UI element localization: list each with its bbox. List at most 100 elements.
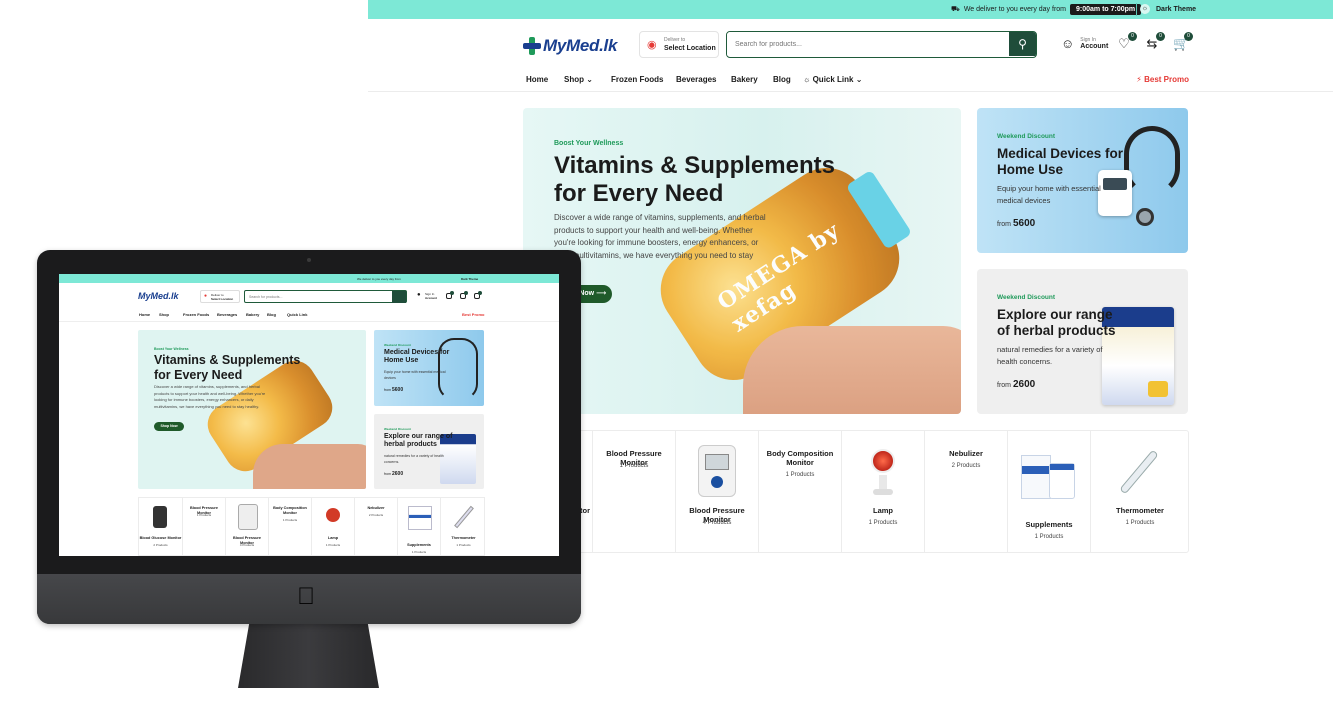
nav-shop-label: Shop [564,75,584,84]
mini-price-value: 2600 [391,471,404,477]
jar-lid [1050,464,1074,470]
category-strip: Monitor Blood Pressure Monitor 1 Product… [551,430,1189,553]
nav-quick-link[interactable]: ☼ Quick Link ⌄ [803,75,862,84]
category-card[interactable]: Thermometer 1 Products [1090,431,1189,552]
mini-category-card: Blood Pressure Monitor 1 Products [182,498,225,556]
imac-stand [238,623,379,688]
category-card[interactable]: Lamp 1 Products [841,431,924,552]
mini-category-card: Blood Glucose Monitor 2 Products [139,498,182,556]
mini-nav-home: Home [139,312,151,317]
mini-nav-blog: Blog [267,312,276,317]
mini-search: Search for products... [244,290,407,303]
category-name: Lamp [872,506,893,515]
category-card[interactable]: Blood Pressure Monitor 1 Products [592,431,675,552]
supplement-jar [1049,463,1075,499]
price-value: 2600 [1012,379,1036,390]
wishlist-count: 0 [1128,32,1137,41]
mini-lamp-image [326,508,340,522]
mini-price-value: 5600 [391,387,404,393]
mini-shop-now: Shop Now [154,422,184,431]
logo-text: MyMed.lk [543,36,618,55]
price-prefix: from [997,221,1011,228]
cart-button[interactable]: 🛒 0 [1173,32,1193,51]
banner-price: from 5600 [997,218,1035,229]
mini-price-prefix: from [384,472,391,476]
nav-shop[interactable]: Shop ⌄ [564,75,593,84]
dark-theme-toggle[interactable]: ☼ Dark Theme [1140,4,1196,14]
medical-devices-banner[interactable]: Weekend Discount Medical Devices for Hom… [977,108,1188,253]
delivery-info: ⛟ We deliver to you every day from 9:00a… [951,4,1142,15]
account-link[interactable]: ☺ Sign In Account [1061,36,1108,51]
compare-button[interactable]: ⇆ 0 [1145,32,1165,51]
banner-kicker: Weekend Discount [997,133,1056,140]
hero-title: Vitamins & Supplements for Every Need [554,152,844,208]
mini-hand-image [253,444,366,489]
location-caption: Deliver to [664,37,686,43]
category-card[interactable]: Body Composition Monitor 1 Products [758,431,841,552]
mini-nav-beverages: Beverages [217,312,238,317]
search-input[interactable] [727,32,1007,56]
search-button[interactable]: ⚲ [1009,32,1036,56]
mini-logo: MyMed.lk [138,291,179,301]
price-value: 5600 [1012,218,1036,229]
mini-banner-price: from 2600 [384,471,403,477]
category-count: 1 Products [619,463,649,469]
supplement-box [1021,455,1052,499]
medical-cross-icon [523,37,541,55]
category-card[interactable]: Blood Pressure Monitor 4 Products [675,431,758,552]
nav-bakery[interactable]: Bakery [731,75,758,84]
top-announcement-bar: ⛟ We deliver to you every day from 9:00a… [368,0,1333,19]
hero-banner[interactable]: OMEGA by xefag Boost Your Wellness Vitam… [523,108,961,414]
category-count: 1 Products [785,472,815,478]
mini-category-name: Nebulizer [367,506,385,510]
user-icon: ☺ [1061,36,1075,51]
location-value: Select Location [664,45,716,52]
mini-account: Sign In Account [417,292,437,300]
mini-banner-title: Medical Devices for Home Use [384,349,450,365]
best-promo-link[interactable]: ⚡ Best Promo [1136,75,1189,84]
bp-monitor-image [698,445,736,497]
banner-price: from 2600 [997,379,1035,390]
mini-banner-kicker: Weekend Discount [384,343,411,347]
mini-delivery-text: We deliver to you every day from [357,276,401,281]
category-count: 1 Products [1125,520,1155,526]
stethoscope-image [1096,120,1180,240]
mini-hero-title: Vitamins & Supplements for Every Need [154,353,304,382]
mini-category-count: 4 Products [239,543,255,547]
imac-device: We deliver to you every day from Dark Th… [37,250,581,624]
mini-location: Deliver to Select Location [200,290,240,303]
mini-nav-shop: Shop [159,312,169,317]
mini-heart-icon [446,291,454,299]
location-selector[interactable]: ◉ Deliver to Select Location [639,31,719,58]
mini-banner-description: natural remedies for a variety of health… [384,454,444,464]
herbal-products-banner[interactable]: Weekend Discount Explore our range of he… [977,269,1188,414]
mini-category-strip: Blood Glucose Monitor 2 Products Blood P… [138,497,485,556]
mini-header-icons [446,291,486,301]
dark-theme-label: Dark Theme [1156,5,1197,13]
nav-frozen-foods[interactable]: Frozen Foods [611,75,663,84]
mini-banner-description: Equip your home with essential medical d… [384,370,446,380]
nav-beverages[interactable]: Beverages [676,75,716,84]
mini-category-card: Thermometer 1 Products [440,498,486,556]
compare-count: 0 [1156,32,1165,41]
nav-quick-link-label: Quick Link [812,75,854,84]
wishlist-button[interactable]: ♡ 0 [1117,32,1137,51]
banner-title: Explore our range of herbal products [997,307,1116,338]
cart-count: 0 [1184,32,1193,41]
nav-blog[interactable]: Blog [773,75,791,84]
mini-best-promo: Best Promo [462,312,485,317]
mini-supplements-image [408,506,432,530]
globe-icon: ☼ [803,75,811,84]
category-card[interactable]: Supplements 1 Products [1007,431,1090,552]
lamp-stem [879,475,887,489]
site-logo[interactable]: MyMed.lk [523,36,617,56]
price-prefix: from [997,382,1011,389]
mini-compare-icon [460,291,468,299]
category-card[interactable]: Nebulizer 2 Products [924,431,1007,552]
monitor-screen [705,454,729,470]
mini-category-card: Body Composition Monitor 1 Products [268,498,311,556]
banner-description: Equip your home with essential medical d… [997,184,1101,205]
mini-category-count: 1 Products [456,543,471,547]
nav-home[interactable]: Home [526,75,548,84]
banner-description: natural remedies for a variety of health… [997,345,1103,366]
